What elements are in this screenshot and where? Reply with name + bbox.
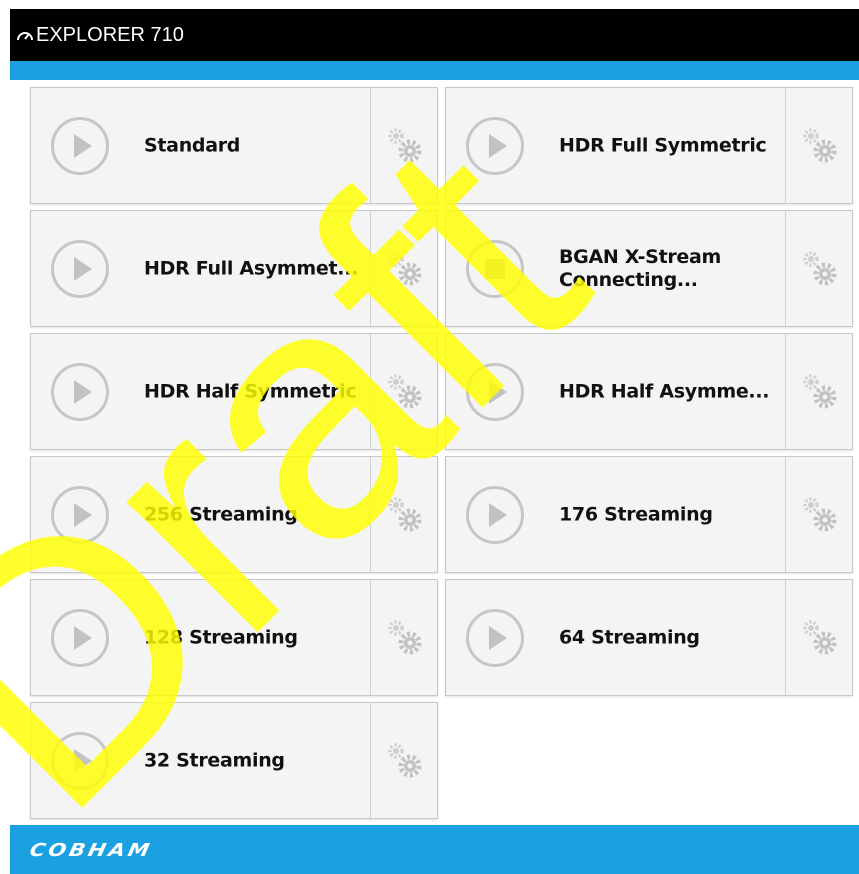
profile-start-area[interactable]: 176 Streaming bbox=[446, 457, 785, 572]
profile-tile-standard[interactable]: Standard bbox=[30, 87, 438, 204]
profile-settings-button[interactable] bbox=[370, 703, 437, 818]
play-button[interactable] bbox=[466, 608, 524, 667]
profile-name: BGAN X-Stream bbox=[559, 245, 722, 268]
play-icon bbox=[74, 256, 92, 281]
play-icon bbox=[74, 502, 92, 527]
profile-label: 128 Streaming bbox=[144, 626, 298, 648]
profile-label: HDR Full Asymmet... bbox=[144, 257, 359, 279]
profile-tile-hdr-full-asymmetric[interactable]: HDR Full Asymmet... bbox=[30, 210, 438, 327]
play-button[interactable] bbox=[51, 485, 109, 544]
gears-icon bbox=[803, 496, 837, 531]
gears-icon bbox=[803, 250, 837, 285]
profile-start-area[interactable]: 64 Streaming bbox=[446, 580, 785, 695]
gears-icon bbox=[803, 619, 837, 654]
profile-label: 256 Streaming bbox=[144, 503, 298, 525]
profile-settings-button[interactable] bbox=[370, 334, 437, 449]
profile-start-area[interactable]: HDR Half Asymme... bbox=[446, 334, 785, 449]
play-button[interactable] bbox=[51, 731, 109, 790]
profile-tile-hdr-half-asymmetric[interactable]: HDR Half Asymme... bbox=[445, 333, 853, 450]
play-button[interactable] bbox=[51, 239, 109, 298]
profile-label: HDR Full Symmetric bbox=[559, 134, 767, 156]
profile-tile-bgan-x-stream[interactable]: BGAN X-Stream Connecting... bbox=[445, 210, 853, 327]
profile-settings-button[interactable] bbox=[370, 88, 437, 203]
gears-icon bbox=[388, 373, 422, 408]
profile-label: BGAN X-Stream Connecting... bbox=[559, 246, 779, 292]
profile-start-area[interactable]: HDR Full Asymmet... bbox=[31, 211, 370, 326]
play-icon bbox=[74, 625, 92, 650]
profile-label: Standard bbox=[144, 134, 241, 156]
play-icon bbox=[489, 502, 507, 527]
profile-start-area[interactable]: HDR Half Symmetric bbox=[31, 334, 370, 449]
profile-settings-button[interactable] bbox=[370, 211, 437, 326]
profile-start-area[interactable]: Standard bbox=[31, 88, 370, 203]
play-button[interactable] bbox=[51, 608, 109, 667]
profile-tile-256-streaming[interactable]: 256 Streaming bbox=[30, 456, 438, 573]
profile-tile-64-streaming[interactable]: 64 Streaming bbox=[445, 579, 853, 696]
play-button[interactable] bbox=[466, 362, 524, 421]
profile-tile-128-streaming[interactable]: 128 Streaming bbox=[30, 579, 438, 696]
profile-settings-button[interactable] bbox=[370, 457, 437, 572]
profile-settings-button[interactable] bbox=[785, 88, 852, 203]
profile-settings-button[interactable] bbox=[785, 334, 852, 449]
profile-start-area[interactable]: 128 Streaming bbox=[31, 580, 370, 695]
play-button[interactable] bbox=[51, 116, 109, 175]
profile-status: Connecting... bbox=[559, 268, 698, 291]
play-icon bbox=[489, 625, 507, 650]
profile-label: HDR Half Asymme... bbox=[559, 380, 770, 402]
play-icon bbox=[74, 133, 92, 158]
profile-tile-hdr-half-symmetric[interactable]: HDR Half Symmetric bbox=[30, 333, 438, 450]
profile-grid: Standard HDR Full Symmetric HDR Full Asy… bbox=[0, 0, 859, 874]
gears-icon bbox=[388, 127, 422, 162]
profile-tile-176-streaming[interactable]: 176 Streaming bbox=[445, 456, 853, 573]
profile-start-area[interactable]: HDR Full Symmetric bbox=[446, 88, 785, 203]
play-icon bbox=[74, 379, 92, 404]
app-footer: COBHAM bbox=[10, 825, 859, 874]
gears-icon bbox=[803, 373, 837, 408]
gears-icon bbox=[388, 619, 422, 654]
profile-settings-button[interactable] bbox=[785, 457, 852, 572]
gears-icon bbox=[388, 742, 422, 777]
profile-settings-button[interactable] bbox=[370, 580, 437, 695]
play-icon bbox=[489, 379, 507, 404]
profile-label: 32 Streaming bbox=[144, 749, 285, 771]
gears-icon bbox=[803, 127, 837, 162]
profile-start-area[interactable]: 32 Streaming bbox=[31, 703, 370, 818]
profile-tile-32-streaming[interactable]: 32 Streaming bbox=[30, 702, 438, 819]
stop-button[interactable] bbox=[466, 239, 524, 298]
profile-label: 64 Streaming bbox=[559, 626, 700, 648]
play-button[interactable] bbox=[51, 362, 109, 421]
profile-label: 176 Streaming bbox=[559, 503, 713, 525]
play-button[interactable] bbox=[466, 485, 524, 544]
profile-tile-hdr-full-symmetric[interactable]: HDR Full Symmetric bbox=[445, 87, 853, 204]
profile-settings-button[interactable] bbox=[785, 580, 852, 695]
play-icon bbox=[74, 748, 92, 773]
play-icon bbox=[489, 133, 507, 158]
profile-settings-button[interactable] bbox=[785, 211, 852, 326]
profile-start-area[interactable]: 256 Streaming bbox=[31, 457, 370, 572]
gears-icon bbox=[388, 496, 422, 531]
cobham-logo: COBHAM bbox=[27, 839, 155, 860]
profile-label: HDR Half Symmetric bbox=[144, 380, 357, 402]
stop-icon bbox=[485, 258, 505, 279]
play-button[interactable] bbox=[466, 116, 524, 175]
profile-start-area[interactable]: BGAN X-Stream Connecting... bbox=[446, 211, 785, 326]
gears-icon bbox=[388, 250, 422, 285]
